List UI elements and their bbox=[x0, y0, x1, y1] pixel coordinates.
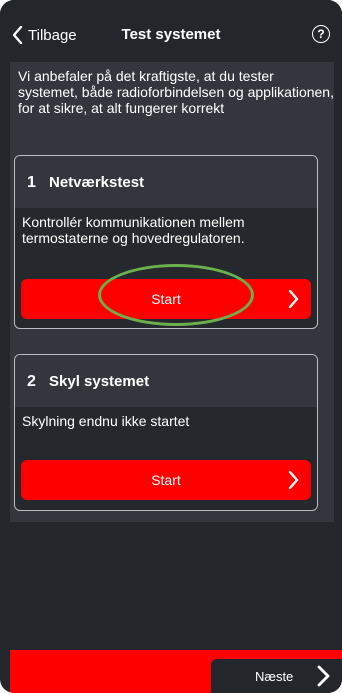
flush-system-card: 2 Skyl systemet Skylning endnu ikke star… bbox=[14, 354, 318, 511]
start-button-label: Start bbox=[151, 291, 181, 307]
start-button-label: Start bbox=[151, 472, 181, 488]
app-screen: Tilbage Test systemet ? Vi anbefaler på … bbox=[0, 0, 342, 693]
navigation-header: Tilbage Test systemet ? bbox=[0, 0, 342, 62]
next-button-label: Næste bbox=[255, 669, 294, 684]
network-test-start-button[interactable]: Start bbox=[21, 279, 311, 319]
card-description: Skylning endnu ikke startet bbox=[22, 413, 190, 429]
chevron-right-icon bbox=[288, 290, 299, 308]
card-number: 1 bbox=[27, 174, 36, 191]
flush-system-start-button[interactable]: Start bbox=[21, 460, 311, 500]
network-test-card: 1 Netværkstest Kontrollér kommunikatione… bbox=[14, 155, 318, 329]
card-description: Kontrollér kommunikationen mellem termos… bbox=[22, 214, 245, 246]
card-header: 2 Skyl systemet bbox=[15, 355, 317, 407]
help-icon[interactable]: ? bbox=[312, 25, 330, 43]
page-title: Test systemet bbox=[121, 26, 221, 43]
chevron-right-icon bbox=[288, 471, 299, 489]
card-number: 2 bbox=[27, 373, 36, 390]
chevron-right-icon bbox=[317, 665, 330, 687]
intro-text: Vi anbefaler på det kraftigste, at du te… bbox=[18, 68, 334, 116]
card-title: Skyl systemet bbox=[49, 373, 150, 390]
card-title: Netværkstest bbox=[49, 174, 145, 191]
next-button[interactable]: Næste bbox=[211, 659, 342, 693]
card-header: 1 Netværkstest bbox=[15, 156, 317, 208]
